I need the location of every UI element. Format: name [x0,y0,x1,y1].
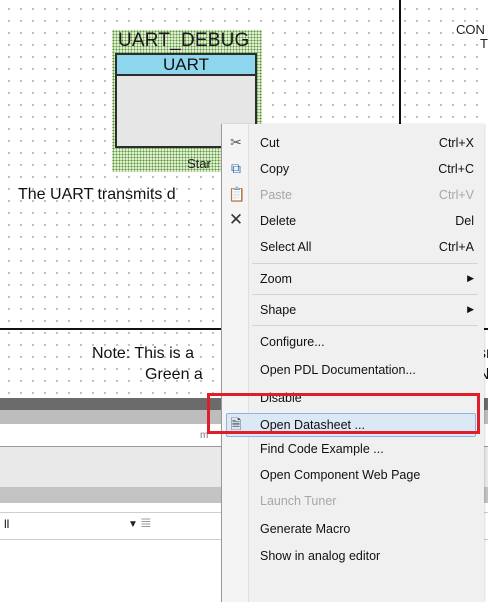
menu-item-generate-macro[interactable]: Generate Macro [222,516,484,542]
menu-item-configure[interactable]: Configure... [222,329,484,355]
menu-item-zoom[interactable]: Zoom ▶ [222,266,484,292]
filter-action-icon[interactable]: ≣ [140,514,152,531]
note-line-2: Green a [145,366,203,383]
menu-item-open-pdl-documentation[interactable]: Open PDL Documentation... [222,357,484,383]
menu-item-cut[interactable]: ✂ Cut Ctrl+X [222,130,484,156]
component-type-header[interactable]: UART [115,53,257,76]
menu-item-paste[interactable]: 📋 Paste Ctrl+V [222,182,484,208]
top-right-label: CON [456,22,485,37]
menu-item-delete[interactable]: ✕ Delete Del [222,208,484,234]
menu-item-launch-tuner[interactable]: Launch Tuner [222,488,484,514]
annotation-highlight-box [207,393,480,434]
menu-separator [252,325,478,326]
component-pin-label: Star [187,156,211,171]
description-text: The UART transmits d [18,186,176,203]
submenu-arrow-icon: ▶ [467,273,474,283]
menu-item-copy[interactable]: ⧉ Copy Ctrl+C [222,156,484,182]
dropdown-arrow-icon[interactable]: ▼ [128,519,138,530]
paste-icon: 📋 [228,186,246,202]
menu-item-open-component-web-page[interactable]: Open Component Web Page [222,462,484,488]
note-line-1: Note: This is a [92,345,194,362]
top-right-label-2: T [480,36,488,51]
menu-separator [252,294,478,295]
menu-item-shape[interactable]: Shape ▶ [222,297,484,323]
menu-item-show-in-analog-editor[interactable]: Show in analog editor [222,543,484,569]
delete-x-icon: ✕ [228,210,244,229]
submenu-arrow-icon: ▶ [467,304,474,314]
menu-separator [252,263,478,264]
copy-icon: ⧉ [231,160,241,176]
component-name: UART_DEBUG [118,30,250,51]
context-menu: ✂ Cut Ctrl+X ⧉ Copy Ctrl+C 📋 Paste Ctrl+… [221,124,484,602]
filter-dropdown-value: ll [4,517,10,531]
menu-item-find-code-example[interactable]: Find Code Example ... [222,436,484,462]
scissors-icon: ✂ [230,134,242,150]
menu-item-select-all[interactable]: Select All Ctrl+A [222,234,484,260]
